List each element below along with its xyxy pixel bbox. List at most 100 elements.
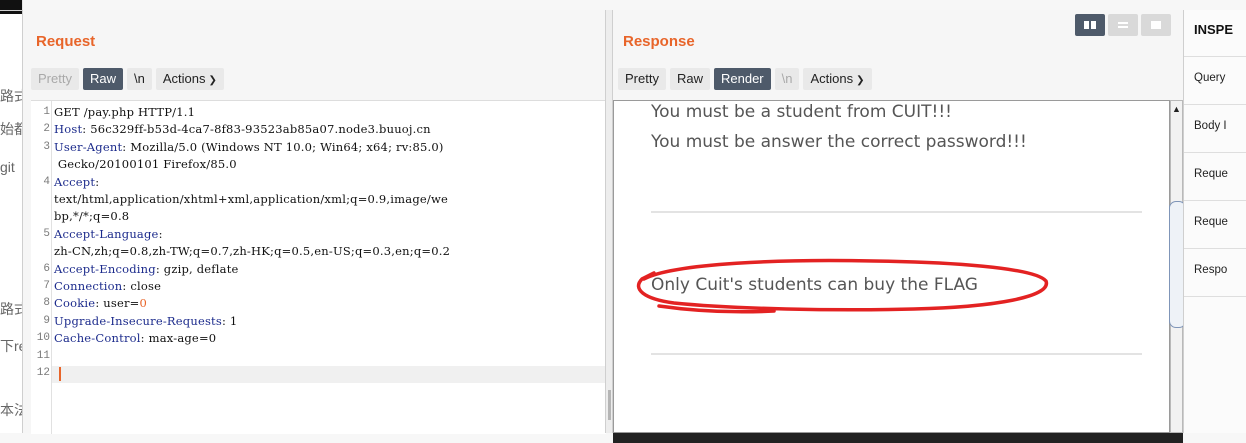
response-raw-button[interactable]: Raw xyxy=(669,68,710,90)
code-line: zh-CN,zh;q=0.8,zh-TW;q=0.7,zh-HK;q=0.5,e… xyxy=(54,244,450,258)
chevron-down-icon: ❯ xyxy=(208,75,217,86)
code-line: text/html,application/xhtml+xml,applicat… xyxy=(54,192,448,206)
single-view-icon[interactable] xyxy=(1141,14,1171,36)
background-text-fragment: 始都 xyxy=(0,121,22,137)
response-scrollbar[interactable]: ▲ xyxy=(1169,100,1186,433)
request-pretty-button[interactable]: Pretty xyxy=(31,68,79,90)
inspector-row-request-attributes[interactable]: Reque xyxy=(1184,152,1246,199)
background-black-block xyxy=(0,0,22,14)
request-raw-button[interactable]: Raw xyxy=(82,68,123,90)
header-value: : Mozilla/5.0 (Windows NT 10.0; Win64; x… xyxy=(122,139,444,154)
text-cursor xyxy=(59,367,61,381)
request-actions-label: Actions xyxy=(162,71,206,86)
inspector-panel: INSPE Query Body I Reque Reque Respo xyxy=(1183,10,1246,433)
line-number: 2 xyxy=(43,123,50,136)
request-actions-button[interactable]: Actions ❯ xyxy=(155,68,224,90)
bottom-dark-bar xyxy=(613,433,1183,443)
request-editor[interactable]: 1 2 3 4 5 6 7 8 9 10 11 12 GET /pay.php HTTP/1.1 Hos… xyxy=(31,100,606,434)
header-name: Connection xyxy=(54,279,123,293)
view-toggle xyxy=(1075,14,1171,36)
request-title: Request xyxy=(36,33,96,50)
line-number: 7 xyxy=(43,280,50,292)
header-value: : max-age=0 xyxy=(140,331,217,346)
background-text-fragment: 下re xyxy=(0,338,22,354)
response-title: Response xyxy=(623,33,695,50)
response-render-button[interactable]: Render xyxy=(713,68,771,90)
background-text-fragment: 路式 xyxy=(0,301,22,317)
split-view-icon[interactable] xyxy=(1075,14,1105,36)
header-name: User-Agent xyxy=(54,139,123,154)
header-value: text/html,application/xhtml+xml,applicat… xyxy=(54,192,449,206)
inspector-row-body[interactable]: Body I xyxy=(1184,104,1246,151)
request-toolbar: Pretty Raw \n Actions ❯ xyxy=(31,68,224,90)
header-value: : user=0 xyxy=(95,296,148,311)
header-name: Host xyxy=(54,122,83,137)
code-line: User-Agent: Mozilla/5.0 (Windows NT 10.0… xyxy=(54,140,444,154)
red-annotation-circle xyxy=(636,258,1049,314)
inspector-row-label: Query xyxy=(1194,72,1226,84)
code-line: Accept-Language: xyxy=(54,227,163,241)
code-line: Host: 56c329ff-b53d-4ca7-8f83-93523ab85a… xyxy=(54,122,431,136)
header-value: : 56c329ff-b53d-4ca7-8f83-93523ab85a07.n… xyxy=(82,122,431,137)
response-pane: Response Pretty Raw Render \n Actions ❯ Y… xyxy=(613,10,1186,443)
header-value: Gecko/20100101 Firefox/85.0 xyxy=(54,157,237,172)
request-newline-button[interactable]: \n xyxy=(126,68,152,90)
code-line: Accept-Encoding: gzip, deflate xyxy=(54,262,239,276)
response-newline-button[interactable]: \n xyxy=(774,68,800,90)
horizontal-view-icon[interactable] xyxy=(1108,14,1138,36)
response-toolbar: Pretty Raw Render \n Actions ❯ xyxy=(618,68,872,90)
line-number: 5 xyxy=(43,227,50,240)
header-name: Accept-Language xyxy=(54,226,159,241)
cookie-value-highlight: 0 xyxy=(139,296,148,311)
code-line: Cookie: user=0 xyxy=(54,296,147,310)
line-number: 4 xyxy=(43,175,50,188)
inspector-row-request-headers[interactable]: Reque xyxy=(1184,200,1246,247)
chevron-down-icon: ❯ xyxy=(856,75,865,86)
code-line: Upgrade-Insecure-Requests: 1 xyxy=(54,314,237,328)
splitter-grip[interactable] xyxy=(608,390,611,420)
header-name: Cookie xyxy=(54,296,96,311)
background-text-fragment: git xyxy=(0,159,15,175)
request-pane: Request Pretty Raw \n Actions ❯ 123456789… xyxy=(22,10,606,434)
line-number: 8 xyxy=(43,297,50,310)
inspector-row-label: Respo xyxy=(1194,264,1228,276)
response-pretty-button[interactable]: Pretty xyxy=(618,68,666,90)
inspector-title: INSPE xyxy=(1194,22,1234,37)
line-number: 1 xyxy=(43,106,50,118)
header-name: Accept-Encoding xyxy=(54,261,156,276)
inspector-row-response-headers[interactable]: Respo xyxy=(1184,248,1246,295)
response-actions-label: Actions xyxy=(810,71,854,86)
code-line: Gecko/20100101 Firefox/85.0 xyxy=(54,157,237,171)
header-value: : gzip, deflate xyxy=(155,261,239,276)
code-line: GET /pay.php HTTP/1.1 xyxy=(54,105,195,119)
current-line-highlight xyxy=(52,366,606,383)
header-name: Cache-Control xyxy=(54,331,141,346)
inspector-row-label: Reque xyxy=(1194,168,1228,180)
code-line: bp,*/*;q=0.8 xyxy=(54,209,129,223)
line-number-gutter: 1 2 3 4 5 6 7 8 9 10 11 12 xyxy=(31,101,52,434)
scroll-up-icon[interactable]: ▲ xyxy=(1172,104,1181,114)
code-line: Accept: xyxy=(54,175,99,189)
background-text-fragment: 路式 xyxy=(0,88,22,104)
inspector-row-label: Body I xyxy=(1194,120,1227,132)
pane-splitter[interactable] xyxy=(605,10,613,433)
header-value: zh-CN,zh;q=0.8,zh-TW;q=0.7,zh-HK;q=0.5,e… xyxy=(54,244,451,259)
header-value: : xyxy=(158,226,163,241)
header-value: : 1 xyxy=(221,313,238,328)
line-number: 3 xyxy=(43,140,50,153)
background-text-fragment: 本法 xyxy=(0,402,22,418)
code-line: Connection: close xyxy=(54,279,161,293)
inspector-divider xyxy=(1184,296,1246,297)
header-value: : close xyxy=(122,279,162,293)
code-line: Cache-Control: max-age=0 xyxy=(54,331,216,345)
header-name: Upgrade-Insecure-Requests xyxy=(54,313,222,328)
line-number: 10 xyxy=(36,332,50,345)
line-number: 6 xyxy=(43,262,50,275)
inspector-row-query[interactable]: Query xyxy=(1184,56,1246,103)
background-window-strip: 路式 始都 git 路式 下re 本法 xyxy=(0,0,23,433)
line-number: 11 xyxy=(36,349,50,362)
header-name: Accept xyxy=(54,174,96,189)
header-value: bp,*/*;q=0.8 xyxy=(54,209,130,224)
response-actions-button[interactable]: Actions ❯ xyxy=(803,68,872,90)
line-number: 12 xyxy=(36,367,50,379)
